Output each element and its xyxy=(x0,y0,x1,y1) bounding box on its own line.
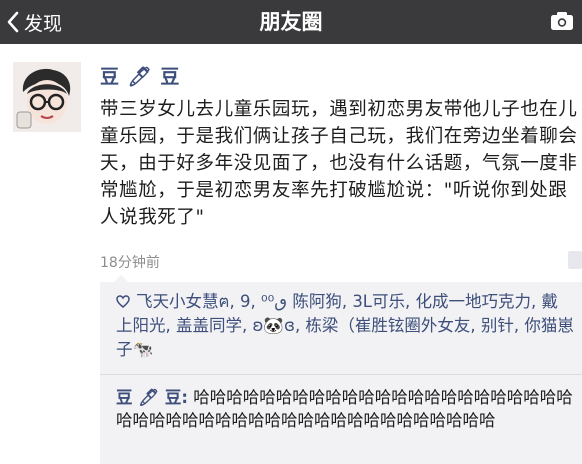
comment-item[interactable]: 豆 🖊 豆: 哈哈哈哈哈哈哈哈哈哈哈哈哈哈哈哈哈哈哈哈哈哈哈哈哈哈哈哈哈哈哈哈哈… xyxy=(116,386,576,432)
avatar[interactable] xyxy=(13,62,81,132)
back-button[interactable]: 发现 xyxy=(6,0,62,44)
camera-icon[interactable] xyxy=(550,11,574,31)
chevron-left-icon xyxy=(7,11,19,33)
post-author[interactable]: 豆 🖊 豆 xyxy=(100,62,180,89)
heart-outline-icon xyxy=(116,295,130,308)
page-title: 朋友圈 xyxy=(259,10,323,34)
post-content: 带三岁女儿去儿童乐园玩，遇到初恋男友带他儿子也在儿童乐园，于是我们俩让孩子自己玩… xyxy=(100,99,578,228)
avatar-image xyxy=(13,62,81,132)
moment-post: 豆 🖊 豆 带三岁女儿去儿童乐园玩，遇到初恋男友带他儿子也在儿童乐园，于是我们俩… xyxy=(0,44,582,464)
likes-names[interactable]: 飞天小女慧ฅ, 9, ⁰ٯ⁰ 陈阿狗, 3L可乐, 化成一地巧克力, 戴上阳光,… xyxy=(116,292,574,359)
more-actions-button[interactable] xyxy=(568,251,582,269)
post-time: 18分钟前 xyxy=(100,255,160,271)
likes-list: 飞天小女慧ฅ, 9, ⁰ٯ⁰ 陈阿狗, 3L可乐, 化成一地巧克力, 戴上阳光,… xyxy=(116,290,574,362)
divider xyxy=(100,374,582,375)
comment-author[interactable]: 豆 🖊 豆: xyxy=(116,388,188,407)
back-label: 发现 xyxy=(24,12,63,35)
comment-box: 飞天小女慧ฅ, 9, ⁰ٯ⁰ 陈阿狗, 3L可乐, 化成一地巧克力, 戴上阳光,… xyxy=(100,275,582,464)
nav-bar: 发现 朋友圈 xyxy=(0,0,582,44)
